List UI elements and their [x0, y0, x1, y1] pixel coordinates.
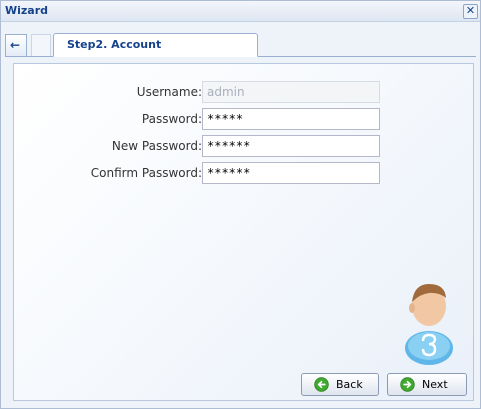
username-label: Username: — [136, 85, 202, 99]
tab-scroll-back-button[interactable]: ← — [5, 34, 27, 56]
close-button[interactable]: ✕ — [463, 4, 478, 19]
arrow-left-icon: ← — [10, 38, 21, 52]
tab-step2-account[interactable]: Step2. Account — [53, 33, 258, 57]
password-row: Password: ***** — [14, 108, 475, 130]
window-title: Wizard — [5, 4, 49, 17]
username-field: admin — [202, 81, 380, 103]
confirm-password-label: Confirm Password: — [90, 166, 202, 180]
new-password-row: New Password: ****** — [14, 135, 475, 157]
wizard-window: Wizard ✕ ← Step2. Account Username: admi… — [0, 0, 481, 409]
new-password-label: New Password: — [111, 139, 202, 153]
next-button-label: Next — [422, 378, 448, 391]
back-button[interactable]: Back — [301, 373, 379, 396]
confirm-password-row: Confirm Password: ****** — [14, 162, 475, 184]
wizard-content-panel: Username: admin Password: ***** New Pass… — [13, 63, 474, 401]
tab-label: Step2. Account — [67, 38, 162, 51]
tab-placeholder — [31, 34, 51, 56]
green-left-arrow-icon — [314, 377, 329, 392]
green-right-arrow-icon — [400, 377, 415, 392]
back-button-label: Back — [336, 378, 363, 391]
next-button[interactable]: Next — [387, 373, 467, 396]
username-row: Username: admin — [14, 81, 475, 103]
password-label: Password: — [141, 112, 202, 126]
title-bar: Wizard ✕ — [1, 1, 480, 22]
new-password-field[interactable]: ****** — [202, 135, 380, 157]
password-field[interactable]: ***** — [202, 108, 380, 130]
confirm-password-field[interactable]: ****** — [202, 162, 380, 184]
user-mascot-icon — [405, 284, 453, 365]
